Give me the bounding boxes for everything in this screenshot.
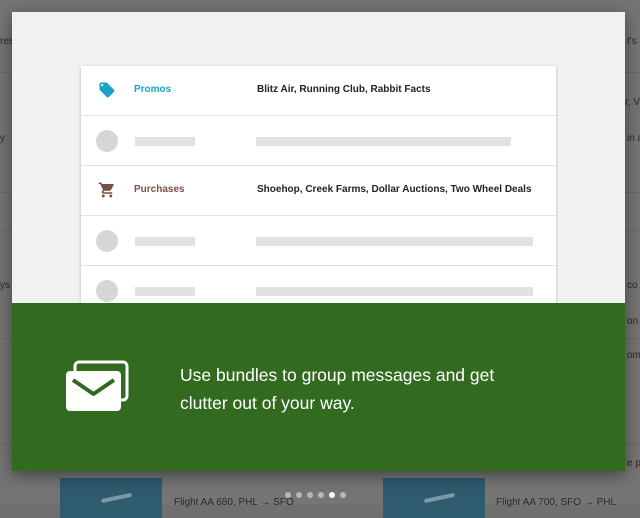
- bundle-senders: Blitz Air, Running Club, Rabbit Facts: [257, 84, 431, 95]
- flight-item-label[interactable]: Flight AA 680, PHL → SFO: [174, 497, 294, 508]
- bundle-senders: Shoehop, Creek Farms, Dollar Auctions, T…: [257, 184, 532, 195]
- info-banner: Use bundles to group messages and get cl…: [12, 303, 625, 471]
- bundles-preview: Promos Blitz Air, Running Club, Rabbit F…: [81, 66, 556, 316]
- banner-message: Use bundles to group messages and get cl…: [180, 365, 495, 413]
- bundle-row-promos: Promos Blitz Air, Running Club, Rabbit F…: [81, 66, 556, 116]
- pager-dots: [285, 492, 346, 498]
- pager-dot-active[interactable]: [329, 492, 335, 498]
- pager-dot[interactable]: [318, 492, 324, 498]
- bg-fragment: ys: [0, 280, 10, 291]
- bg-fragment: t's: [627, 36, 637, 47]
- placeholder-avatar: [96, 280, 118, 302]
- bundle-row-purchases: Purchases Shoehop, Creek Farms, Dollar A…: [81, 166, 556, 216]
- bundles-icon: [66, 360, 129, 411]
- bg-fragment: e p: [627, 458, 640, 469]
- cart-icon: [98, 182, 114, 198]
- placeholder-row: [81, 116, 556, 166]
- placeholder-avatar: [96, 130, 118, 152]
- placeholder-line: [135, 287, 195, 296]
- flight-thumbnail[interactable]: [60, 478, 162, 518]
- onboarding-dialog: Promos Blitz Air, Running Club, Rabbit F…: [12, 12, 625, 471]
- bundle-label: Promos: [134, 84, 172, 95]
- bg-fragment: in a: [627, 133, 640, 144]
- bg-fragment: r, V: [625, 97, 640, 108]
- bg-fragment: co: [627, 280, 638, 291]
- placeholder-line: [256, 237, 533, 246]
- flight-thumbnail[interactable]: [383, 478, 485, 518]
- flight-item-label[interactable]: Flight AA 700, SFO → PHL: [496, 497, 616, 508]
- tag-icon: [99, 82, 115, 98]
- placeholder-line: [256, 287, 533, 296]
- placeholder-row: [81, 216, 556, 266]
- placeholder-avatar: [96, 230, 118, 252]
- pager-dot[interactable]: [340, 492, 346, 498]
- pager-dot[interactable]: [307, 492, 313, 498]
- bg-fragment: om: [627, 350, 640, 361]
- bg-fragment: on: [627, 316, 639, 327]
- bg-fragment: y: [0, 133, 5, 144]
- placeholder-line: [135, 237, 195, 246]
- pager-dot[interactable]: [296, 492, 302, 498]
- bundle-label: Purchases: [134, 184, 185, 195]
- pager-dot[interactable]: [285, 492, 291, 498]
- placeholder-line: [256, 137, 511, 146]
- placeholder-line: [135, 137, 195, 146]
